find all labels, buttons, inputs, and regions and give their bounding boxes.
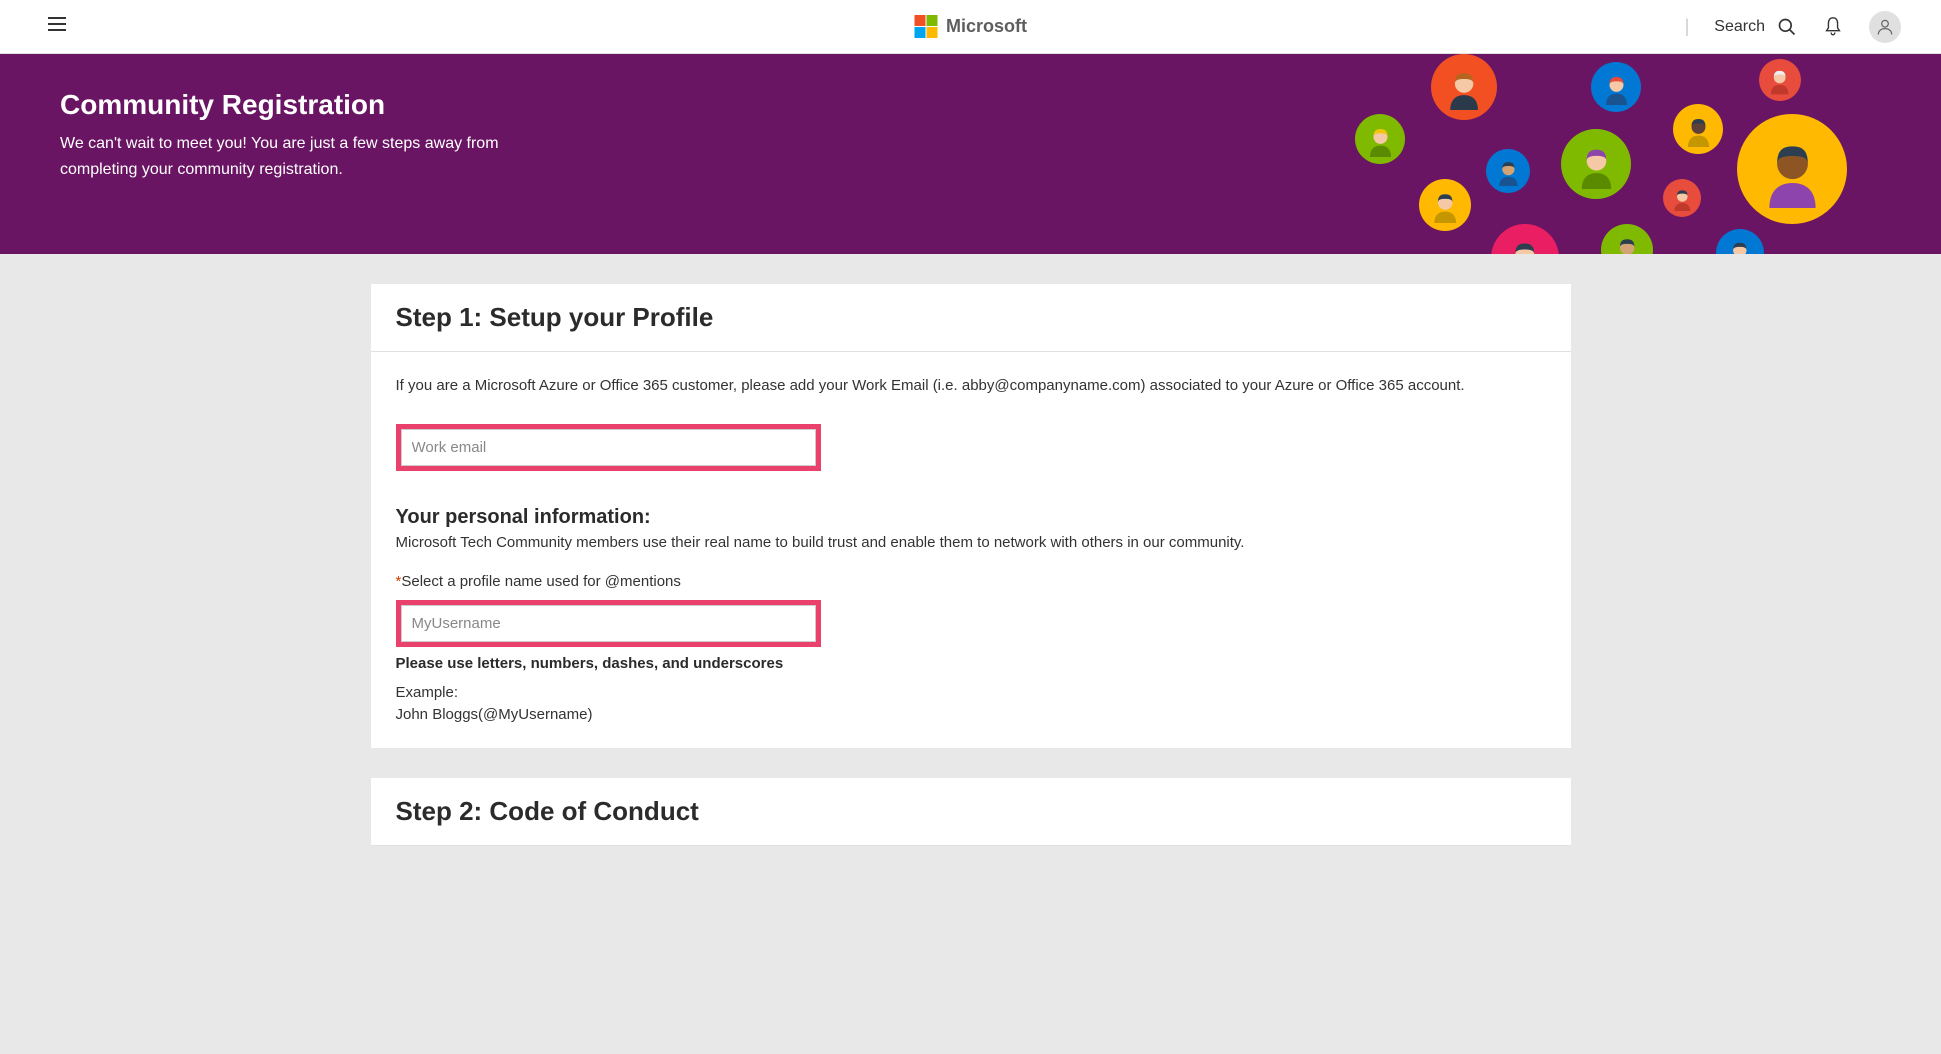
header-right: | Search — [1685, 11, 1901, 43]
banner-avatars-cluster — [1321, 54, 1941, 254]
banner-subtitle: We can't wait to meet you! You are just … — [60, 131, 560, 182]
step2-header: Step 2: Code of Conduct — [371, 778, 1571, 846]
search-label: Search — [1714, 18, 1765, 36]
banner-avatar-circle — [1431, 54, 1497, 120]
user-avatar-button[interactable] — [1869, 11, 1901, 43]
step1-intro: If you are a Microsoft Azure or Office 3… — [396, 377, 1546, 394]
microsoft-logo-icon — [914, 15, 938, 39]
banner-avatar-circle — [1419, 179, 1471, 231]
banner-avatar-circle — [1737, 114, 1847, 224]
header-divider: | — [1685, 16, 1690, 37]
step1-card: Step 1: Setup your Profile If you are a … — [371, 284, 1571, 748]
work-email-highlight — [396, 424, 821, 471]
personal-info-desc: Microsoft Tech Community members use the… — [396, 534, 1546, 551]
brand-logo-group[interactable]: Microsoft — [914, 15, 1027, 39]
profile-name-input[interactable] — [401, 605, 816, 642]
step2-title: Step 2: Code of Conduct — [396, 796, 1546, 827]
search-button[interactable]: Search — [1714, 17, 1797, 37]
step1-body: If you are a Microsoft Azure or Office 3… — [371, 352, 1571, 748]
brand-name: Microsoft — [946, 16, 1027, 37]
search-icon — [1777, 17, 1797, 37]
top-header: Microsoft | Search — [0, 0, 1941, 54]
banner-avatar-circle — [1486, 149, 1530, 193]
main-content: Step 1: Setup your Profile If you are a … — [361, 284, 1581, 846]
work-email-input[interactable] — [401, 429, 816, 466]
banner-avatar-circle — [1663, 179, 1701, 217]
hamburger-menu-button[interactable] — [40, 7, 74, 46]
banner-avatar-circle — [1673, 104, 1723, 154]
banner-avatar-circle — [1491, 224, 1559, 254]
example-value: John Bloggs(@MyUsername) — [396, 706, 1546, 723]
notifications-button[interactable] — [1822, 16, 1844, 38]
step2-card: Step 2: Code of Conduct — [371, 778, 1571, 846]
bell-icon — [1822, 16, 1844, 38]
profile-name-label: *Select a profile name used for @mention… — [396, 573, 1546, 590]
profile-name-highlight — [396, 600, 821, 647]
personal-info-title: Your personal information: — [396, 506, 1546, 529]
banner-avatar-circle — [1759, 59, 1801, 101]
header-left — [40, 7, 74, 46]
banner-avatar-circle — [1591, 62, 1641, 112]
banner-avatar-circle — [1561, 129, 1631, 199]
banner-avatar-circle — [1355, 114, 1405, 164]
step1-header: Step 1: Setup your Profile — [371, 284, 1571, 352]
profile-name-hint: Please use letters, numbers, dashes, and… — [396, 655, 1546, 672]
example-label: Example: — [396, 684, 1546, 701]
banner: Community Registration We can't wait to … — [0, 54, 1941, 254]
person-icon — [1875, 17, 1895, 37]
step1-title: Step 1: Setup your Profile — [396, 302, 1546, 333]
hamburger-icon — [45, 12, 69, 36]
banner-avatar-circle — [1601, 224, 1653, 254]
banner-avatar-circle — [1716, 229, 1764, 254]
